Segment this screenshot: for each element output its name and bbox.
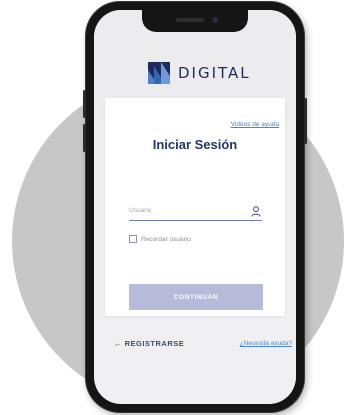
user-icon [251, 206, 261, 217]
phone-screen: DIGITAL Videos de ayuda Iniciar Sesión U… [94, 10, 296, 404]
remember-user[interactable]: Recordar usuario [129, 235, 191, 243]
username-field[interactable]: Usuario [129, 204, 262, 221]
register-button[interactable]: ← REGISTRARSE [114, 339, 184, 348]
phone-notch [142, 10, 248, 32]
page-title: Iniciar Sesión [152, 137, 238, 152]
remember-label: Recordar usuario [141, 235, 191, 243]
phone-side-button-left [83, 90, 86, 118]
phone-side-button-left-2 [83, 124, 86, 152]
brand-logo: DIGITAL [148, 62, 251, 84]
camera-icon [212, 17, 218, 23]
speaker-icon [176, 18, 204, 22]
phone-side-button-right [304, 98, 307, 144]
need-help-link[interactable]: ¿Necesita ayuda? [240, 340, 292, 347]
login-card: Videos de ayuda Iniciar Sesión Usuario R… [105, 98, 285, 316]
digital-logo-icon [148, 62, 170, 84]
remember-checkbox[interactable] [129, 235, 137, 243]
phone-frame: DIGITAL Videos de ayuda Iniciar Sesión U… [83, 2, 307, 412]
continue-button[interactable]: CONTINUAR [129, 284, 263, 310]
brand-name: DIGITAL [178, 64, 251, 82]
help-videos-link[interactable]: Videos de ayuda [231, 121, 279, 128]
promo-stage: DIGITAL Videos de ayuda Iniciar Sesión U… [0, 0, 355, 415]
username-placeholder: Usuario [129, 207, 152, 214]
